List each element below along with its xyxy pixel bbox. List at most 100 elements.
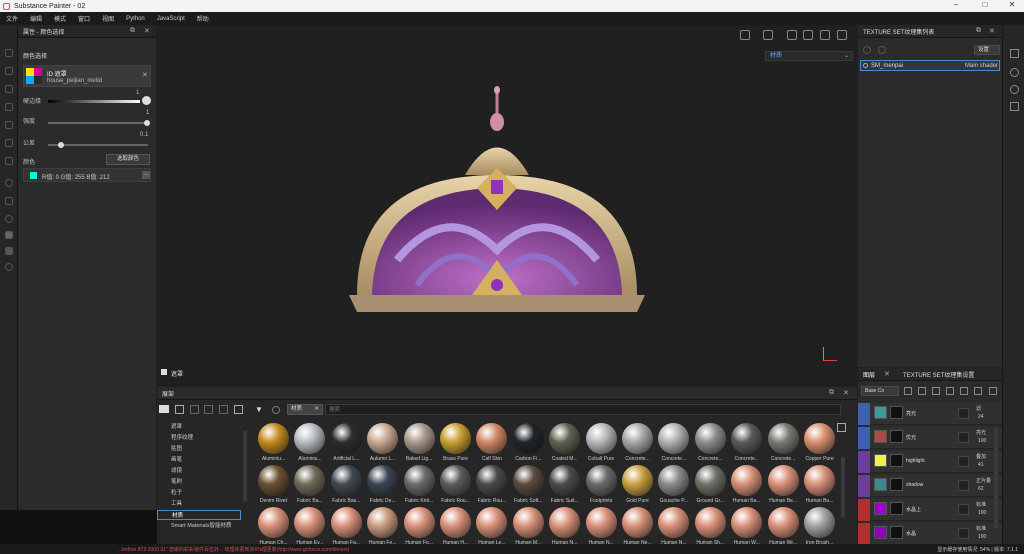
image-tool-icon[interactable] [5, 231, 13, 239]
material-thumb[interactable]: Brass Pure [437, 423, 474, 467]
material-thumb[interactable]: Artificial L... [328, 423, 365, 467]
add-layer-icon[interactable] [946, 387, 954, 395]
layer-visibility-eye-icon[interactable] [858, 475, 870, 497]
import-icon[interactable] [175, 405, 184, 414]
material-thumb[interactable]: Aluminiu... [291, 423, 328, 467]
menu-file[interactable]: 文件 [6, 14, 18, 23]
strength-knob[interactable] [144, 120, 150, 126]
material-thumb[interactable]: Human Be... [765, 465, 802, 509]
bake-tool-icon[interactable] [5, 197, 13, 205]
settings-dropdown[interactable]: 设置 [974, 45, 1000, 55]
filter-tag[interactable]: 材质 ✕ [287, 404, 323, 415]
measure-tool-icon[interactable] [5, 215, 13, 223]
mask-checkbox[interactable] [161, 369, 167, 375]
layer-blend-mode[interactable]: 标准 [976, 525, 986, 532]
minimize-button[interactable]: – [946, 0, 966, 9]
close-tab-icon[interactable]: ✕ [884, 370, 890, 378]
add-folder-icon[interactable] [960, 387, 968, 395]
category-item[interactable]: 材质 [157, 510, 241, 520]
layer-row[interactable]: 水晶上 标准 100 [858, 499, 1002, 521]
layer-select-box[interactable] [958, 432, 969, 443]
strength-slider[interactable] [48, 120, 150, 126]
folder-icon[interactable] [159, 405, 169, 413]
category-item[interactable]: Smart Materials智能材质 [171, 521, 232, 529]
color-picker-icon[interactable] [5, 157, 13, 165]
search-input[interactable] [325, 404, 841, 415]
visibility-icon[interactable] [863, 63, 868, 68]
add-effect-icon[interactable] [904, 387, 912, 395]
close-button[interactable]: ✕ [1002, 0, 1022, 9]
menu-python[interactable]: Python [126, 16, 145, 22]
material-thumb[interactable]: Autumn L... [364, 423, 401, 467]
material-thumb[interactable]: Gouache P... [655, 465, 692, 509]
paint-tool-icon[interactable] [5, 49, 13, 57]
material-thumb[interactable]: Concrete... [728, 423, 765, 467]
remove-icon[interactable]: ✕ [142, 71, 148, 79]
layer-select-box[interactable] [958, 408, 969, 419]
material-thumb[interactable]: Coated M... [546, 423, 583, 467]
material-thumb[interactable]: Aluminiu... [255, 423, 292, 467]
maximize-button[interactable]: □ [975, 0, 995, 9]
layer-select-box[interactable] [958, 456, 969, 467]
layer-blend-mode[interactable]: 滤 [976, 405, 981, 412]
layer-visibility-eye-icon[interactable] [858, 403, 870, 425]
layer-opacity[interactable]: 41 [978, 462, 984, 468]
close-panel-icon[interactable]: ✕ [989, 27, 995, 35]
eraser-tool-icon[interactable] [5, 67, 13, 75]
unlink-icon[interactable] [878, 46, 886, 54]
category-item[interactable]: 笔刷 [171, 477, 182, 485]
save-icon[interactable] [219, 405, 228, 414]
material-thumb[interactable]: Ground Gr... [692, 465, 729, 509]
history-icon[interactable] [1010, 85, 1019, 94]
float-panel-icon[interactable]: ⧉ [130, 27, 135, 35]
log-icon[interactable] [1010, 102, 1019, 111]
material-thumb[interactable]: Gold Pure [619, 465, 656, 509]
layer-visibility-eye-icon[interactable] [858, 451, 870, 473]
float-panel-icon[interactable]: ⧉ [829, 389, 834, 397]
layer-opacity[interactable]: 62 [978, 486, 984, 492]
material-thumb[interactable]: Copper Pure [801, 423, 838, 467]
float-panel-icon[interactable]: ⧉ [976, 27, 981, 35]
filter-icon[interactable]: ▼ [255, 405, 263, 414]
export-icon[interactable] [234, 405, 243, 414]
smudge-tool-icon[interactable] [5, 121, 13, 129]
layer-select-box[interactable] [958, 504, 969, 515]
render-icon[interactable] [837, 30, 847, 40]
layer-row[interactable]: shadow 正片叠 62 [858, 475, 1002, 497]
menu-view[interactable]: 视图 [102, 14, 114, 23]
folder-icon[interactable] [974, 387, 982, 395]
layer-row[interactable]: highlight 叠加 41 [858, 451, 1002, 473]
layer-opacity[interactable]: 100 [978, 438, 986, 444]
menu-help[interactable]: 帮助 [197, 14, 209, 23]
menu-window[interactable]: 窗口 [78, 14, 90, 23]
add-fill-layer-icon[interactable] [932, 387, 940, 395]
color-options-button[interactable]: … [142, 171, 150, 179]
camera-mode-icon[interactable] [787, 30, 797, 40]
layer-blend-mode[interactable]: 正片叠 [976, 477, 991, 484]
texture-set-item[interactable]: SM_menpai Main shader [860, 60, 1000, 71]
layer-row[interactable]: 亮光 滤 24 [858, 403, 1002, 425]
tab-layers[interactable]: 图层 [863, 370, 875, 379]
material-thumb[interactable]: Concrete... [692, 423, 729, 467]
export-tool-icon[interactable] [5, 247, 13, 255]
pick-color-button[interactable]: 选取颜色 [106, 154, 150, 165]
cube-icon[interactable] [803, 30, 813, 40]
material-thumb[interactable]: Fabric Rou... [437, 465, 474, 509]
display-settings-icon[interactable] [1010, 68, 1019, 77]
menu-javascript[interactable]: JavaScript [157, 16, 185, 22]
layer-blend-mode[interactable]: 标准 [976, 501, 986, 508]
category-item[interactable]: 程序纹理 [171, 433, 193, 441]
menu-edit[interactable]: 编辑 [30, 14, 42, 23]
tab-texture-set-settings[interactable]: TEXTURE SET纹理集设置 [903, 370, 974, 379]
material-thumb[interactable]: Fabric Knit... [401, 465, 438, 509]
delete-layer-icon[interactable] [989, 387, 997, 395]
layer-row[interactable]: 水晶 标准 100 [858, 523, 1002, 545]
material-thumb[interactable]: Carbon Fi... [510, 423, 547, 467]
material-thumb[interactable]: Fabric De... [364, 465, 401, 509]
texture-set-list-icon[interactable] [1010, 49, 1019, 58]
layers-scrollbar[interactable] [994, 428, 998, 528]
layer-visibility-eye-icon[interactable] [858, 523, 870, 545]
color-swatch[interactable] [30, 172, 37, 179]
add-mask-icon[interactable] [918, 387, 926, 395]
pause-icon[interactable] [763, 30, 773, 40]
